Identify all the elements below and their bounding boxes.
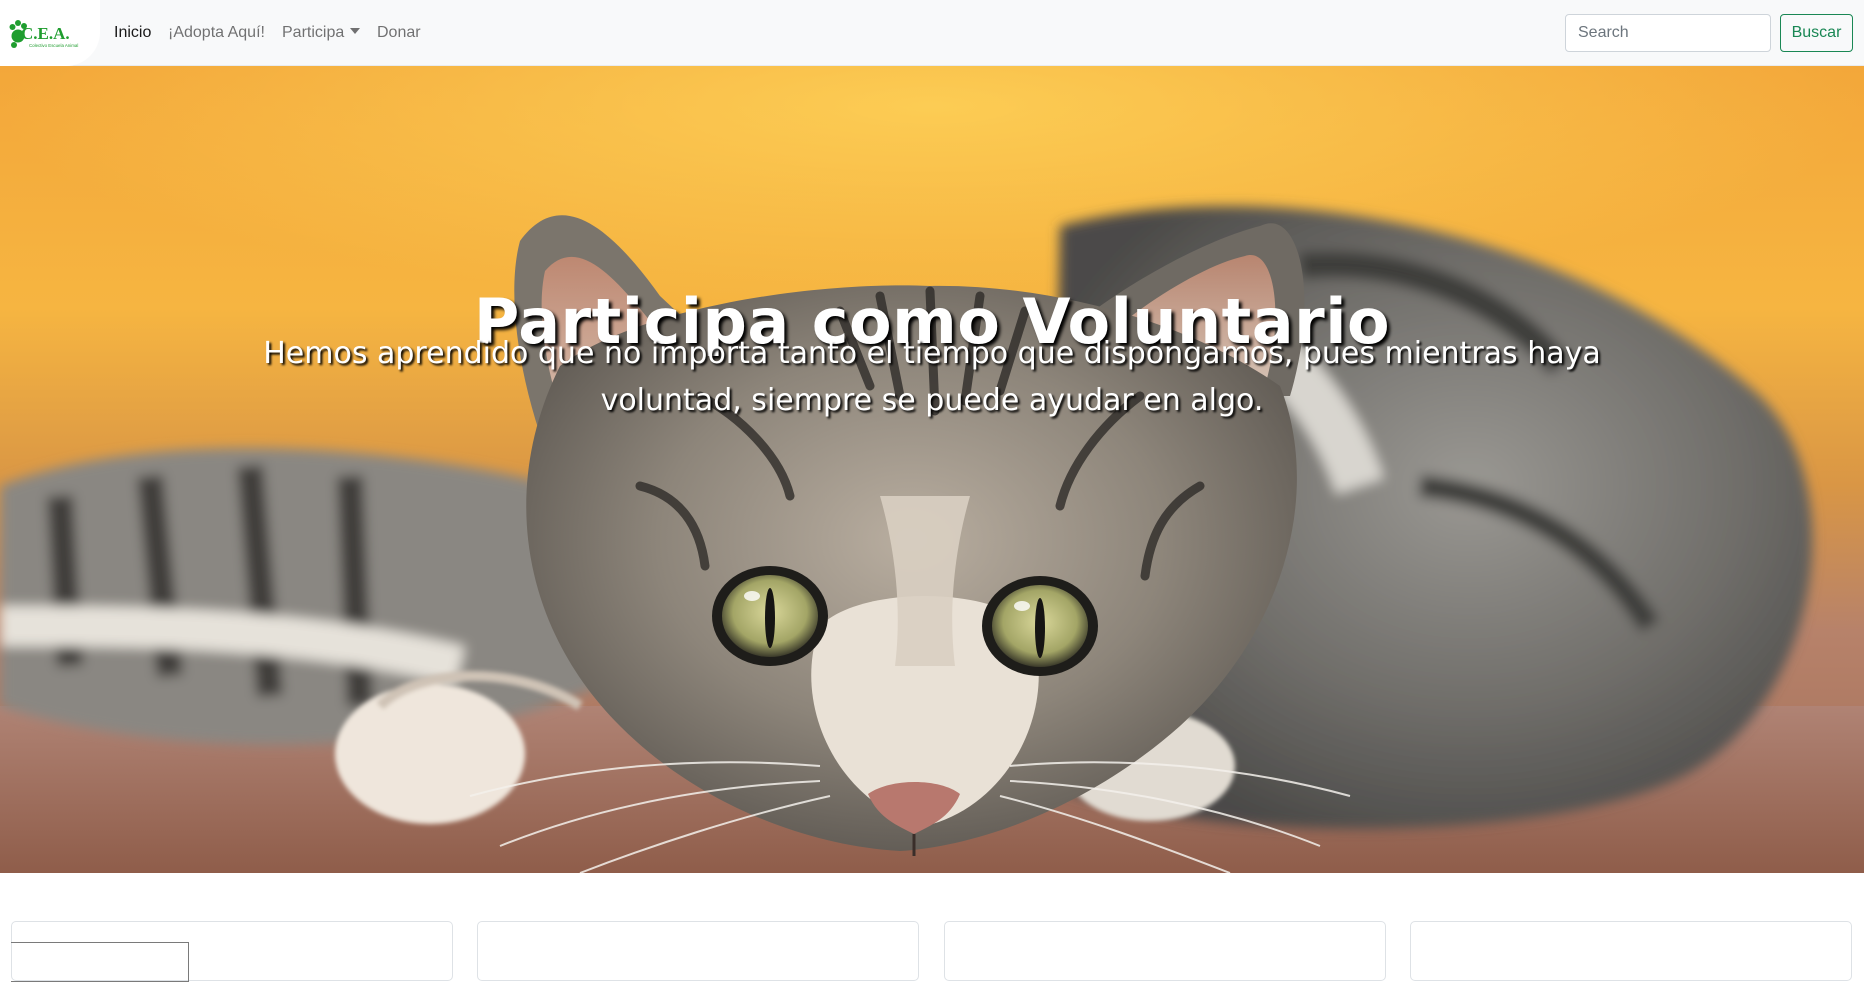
logo-subtext: Colectivo Escuela Animal	[29, 43, 78, 48]
hero-subtitle: Hemos aprendido que no importa tanto el …	[263, 336, 1601, 418]
logo-text: C.E.A.	[21, 24, 70, 43]
nav-link-donar[interactable]: Donar	[377, 22, 421, 44]
navbar: C.E.A. Colectivo Escuela Animal Inicio ¡…	[0, 0, 1864, 66]
caret-down-icon	[350, 28, 361, 34]
brand-logo-link[interactable]: C.E.A. Colectivo Escuela Animal	[0, 0, 100, 66]
volunteer-card-2	[477, 921, 919, 981]
paw-logo-icon: C.E.A. Colectivo Escuela Animal	[9, 20, 78, 48]
nav-link-adopta[interactable]: ¡Adopta Aquí!	[168, 22, 265, 44]
nav-dropdown-participa-label: Participa	[282, 24, 345, 41]
volunteer-card-4	[1410, 921, 1852, 981]
nav-dropdown-participa[interactable]: Participa	[282, 22, 361, 44]
nav-link-inicio[interactable]: Inicio	[114, 22, 151, 44]
search-input[interactable]	[1565, 14, 1771, 52]
volunteer-card-1	[11, 921, 453, 982]
hero-banner: Participa como Voluntario Hemos aprendid…	[0, 66, 1864, 873]
search-button[interactable]: Buscar	[1780, 14, 1853, 52]
volunteer-card-3	[944, 921, 1386, 981]
hero-cat-image	[0, 66, 1864, 873]
card-media-frame	[11, 942, 189, 982]
